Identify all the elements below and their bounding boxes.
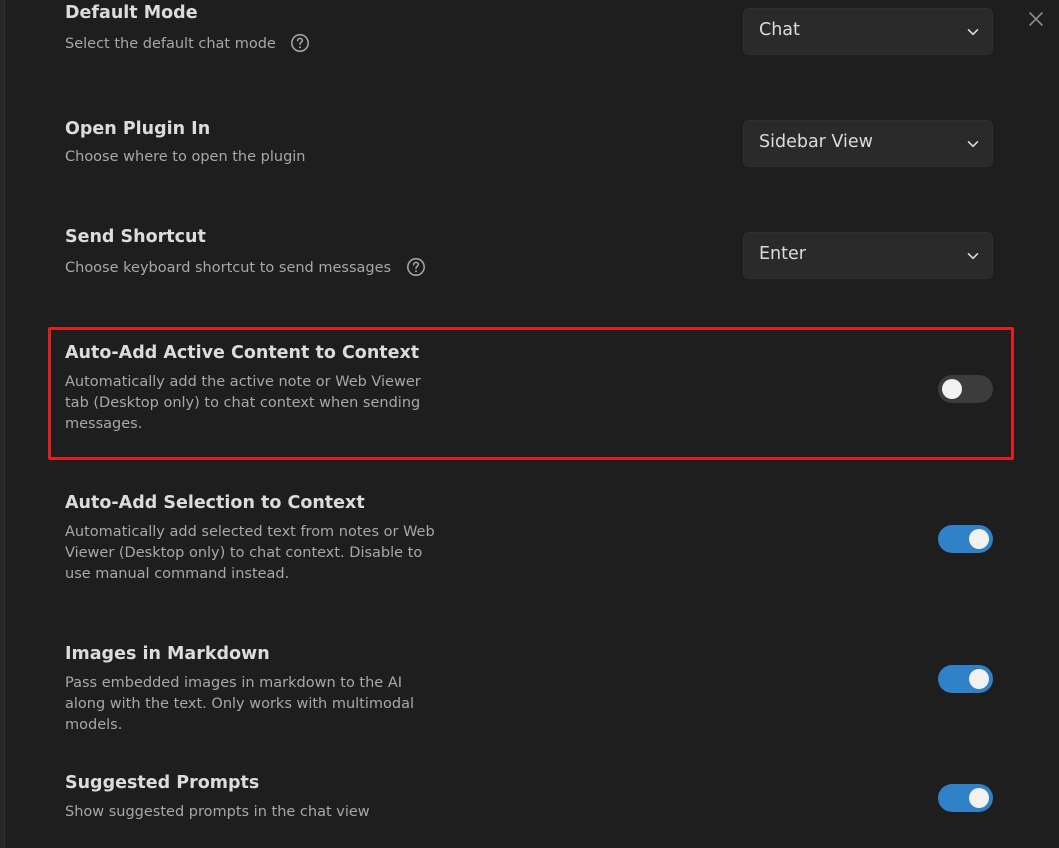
setting-name: Open Plugin In [65,119,211,139]
setting-auto-add-selection: Auto-Add Selection to Context Automatica… [65,490,995,590]
settings-panel: Default Mode Select the default chat mod… [0,0,1059,848]
setting-name: Default Mode [65,3,198,23]
panel-edge [0,0,5,848]
open-plugin-in-select[interactable]: Sidebar View [743,120,993,167]
setting-open-plugin-in: Open Plugin In Choose where to open the … [65,112,995,182]
setting-description: Automatically add the active note or Web… [65,374,421,432]
chevron-down-icon [967,29,979,36]
setting-name: Auto-Add Selection to Context [65,493,365,513]
chevron-down-icon [967,141,979,148]
setting-description: Automatically add selected text from not… [65,524,435,582]
default-mode-select[interactable]: Chat [743,8,993,55]
setting-description-text: Select the default chat mode [65,36,276,52]
toggle-knob [969,669,989,689]
chevron-down-icon [967,253,979,260]
help-circle-icon[interactable] [290,33,310,53]
select-value: Sidebar View [759,132,873,152]
help-circle-icon[interactable] [406,257,426,277]
select-value: Chat [759,20,800,40]
setting-suggested-prompts: Suggested Prompts Show suggested prompts… [65,770,995,840]
setting-description: Choose where to open the plugin [65,149,306,165]
images-in-markdown-toggle[interactable] [938,665,993,693]
setting-send-shortcut: Send Shortcut Choose keyboard shortcut t… [65,224,995,294]
toggle-knob [969,788,989,808]
select-value: Enter [759,244,806,264]
setting-description-text: Choose keyboard shortcut to send message… [65,260,392,276]
setting-description: Choose keyboard shortcut to send message… [65,257,485,279]
send-shortcut-select[interactable]: Enter [743,232,993,279]
auto-add-selection-toggle[interactable] [938,525,993,553]
setting-description: Select the default chat mode [65,33,485,55]
toggle-knob [969,529,989,549]
setting-name: Send Shortcut [65,227,206,247]
toggle-knob [942,379,962,399]
setting-name: Images in Markdown [65,644,270,664]
setting-name: Auto-Add Active Content to Context [65,343,420,363]
setting-auto-add-active-content: Auto-Add Active Content to Context Autom… [65,340,995,440]
setting-default-mode: Default Mode Select the default chat mod… [65,0,995,70]
setting-name: Suggested Prompts [65,773,260,793]
auto-add-active-content-toggle[interactable] [938,375,993,403]
close-icon[interactable] [1026,9,1046,29]
setting-images-in-markdown: Images in Markdown Pass embedded images … [65,641,995,733]
setting-description: Show suggested prompts in the chat view [65,804,370,820]
setting-description: Pass embedded images in markdown to the … [65,675,415,733]
suggested-prompts-toggle[interactable] [938,784,993,812]
